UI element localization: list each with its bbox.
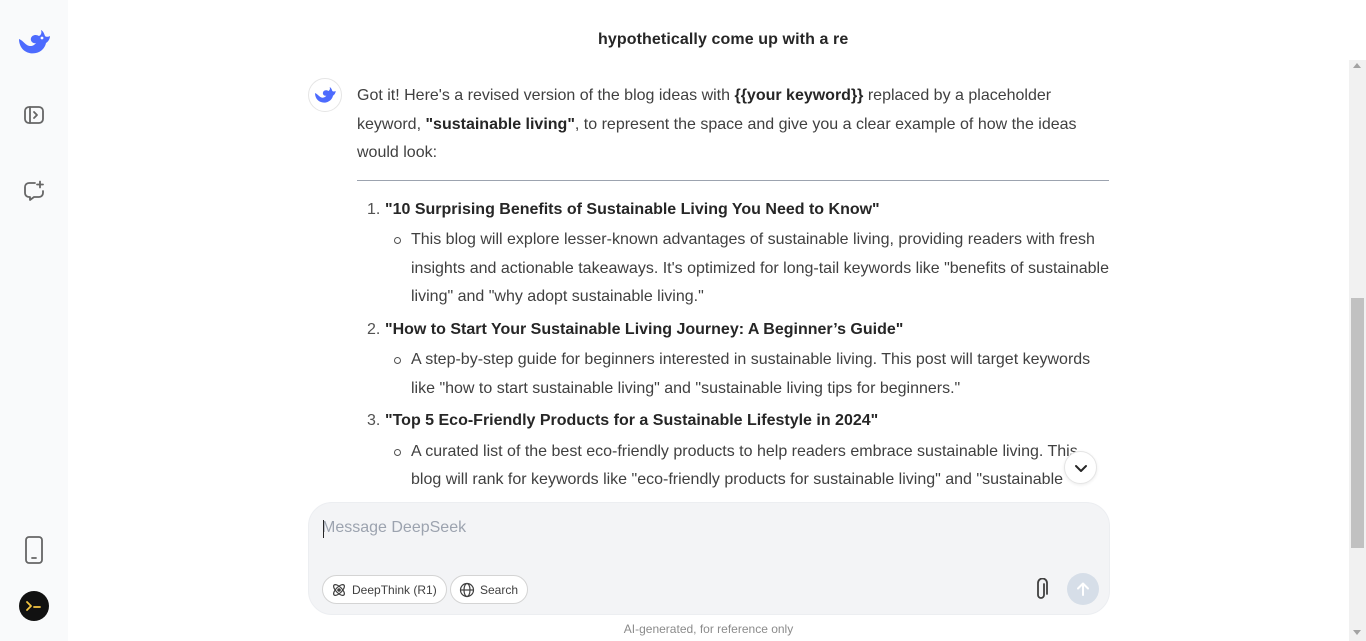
intro-keyword: "sustainable living"	[425, 115, 575, 133]
list-item: 1. "10 Surprising Benefits of Sustainabl…	[357, 196, 1109, 312]
item-number: 3.	[367, 412, 381, 429]
globe-icon	[459, 582, 475, 597]
paperclip-icon[interactable]	[1029, 576, 1053, 604]
sidebar	[0, 0, 68, 641]
bullet-icon	[394, 237, 401, 244]
assistant-answer: Got it! Here's a revised version of the …	[357, 82, 1109, 502]
search-toggle-button[interactable]: Search	[450, 575, 529, 604]
scroll-up-arrow-icon[interactable]	[1353, 63, 1361, 68]
item-description: A curated list of the best eco-friendly …	[385, 438, 1109, 495]
divider	[357, 179, 1109, 181]
new-chat-icon[interactable]	[18, 175, 50, 207]
item-description-text: A step-by-step guide for beginners inter…	[411, 351, 1091, 397]
blog-ideas-list: 1. "10 Surprising Benefits of Sustainabl…	[357, 196, 1109, 495]
text-caret	[323, 520, 324, 538]
scroll-down-arrow-icon[interactable]	[1353, 630, 1361, 635]
item-title: "Top 5 Eco-Friendly Products for a Susta…	[385, 412, 879, 429]
search-label: Search	[480, 582, 519, 597]
item-title: "How to Start Your Sustainable Living Jo…	[385, 320, 904, 338]
item-description-text: This blog will explore lesser-known adva…	[411, 231, 1109, 305]
item-description: This blog will explore lesser-known adva…	[385, 226, 1109, 312]
disclaimer-text: AI-generated, for reference only	[623, 622, 794, 636]
terminal-avatar-icon[interactable]	[19, 591, 49, 621]
message-composer: DeepThink (R1) Search	[308, 502, 1110, 615]
bullet-icon	[394, 448, 401, 456]
assistant-avatar-icon	[308, 78, 342, 112]
item-title: "10 Surprising Benefits of Sustainable L…	[385, 200, 880, 218]
message-input[interactable]	[322, 515, 1022, 541]
atom-icon	[333, 583, 345, 596]
answer-intro: Got it! Here's a revised version of the …	[357, 82, 1109, 168]
deepthink-label: DeepThink (R1)	[352, 582, 437, 597]
list-item: 2. "How to Start Your Sustainable Living…	[357, 316, 1109, 404]
item-description: A step-by-step guide for beginners inter…	[385, 346, 1109, 403]
item-number: 1.	[367, 200, 381, 218]
send-button[interactable]	[1067, 573, 1099, 605]
arrow-up-icon	[1077, 582, 1089, 596]
bullet-icon	[394, 357, 401, 364]
mobile-phone-icon[interactable]	[18, 534, 50, 566]
intro-text: Got it! Here's a revised version of the …	[357, 87, 735, 104]
item-description-text: A curated list of the best eco-friendly …	[411, 442, 1078, 489]
page-scrollbar[interactable]	[1349, 60, 1366, 641]
intro-keyword-placeholder: {{your keyword}}	[734, 87, 864, 104]
chevron-down-icon	[1074, 464, 1087, 472]
user-message: hypothetically come up with a re	[598, 31, 849, 48]
deepthink-toggle-button[interactable]: DeepThink (R1)	[322, 575, 447, 604]
item-number: 2.	[367, 320, 381, 338]
scrollbar-thumb[interactable]	[1351, 298, 1364, 548]
scroll-to-bottom-button[interactable]	[1064, 451, 1097, 484]
sidebar-toggle-icon[interactable]	[18, 99, 50, 131]
list-item: 3. "Top 5 Eco-Friendly Products for a Su…	[357, 407, 1109, 495]
deepseek-whale-icon[interactable]	[16, 25, 52, 59]
